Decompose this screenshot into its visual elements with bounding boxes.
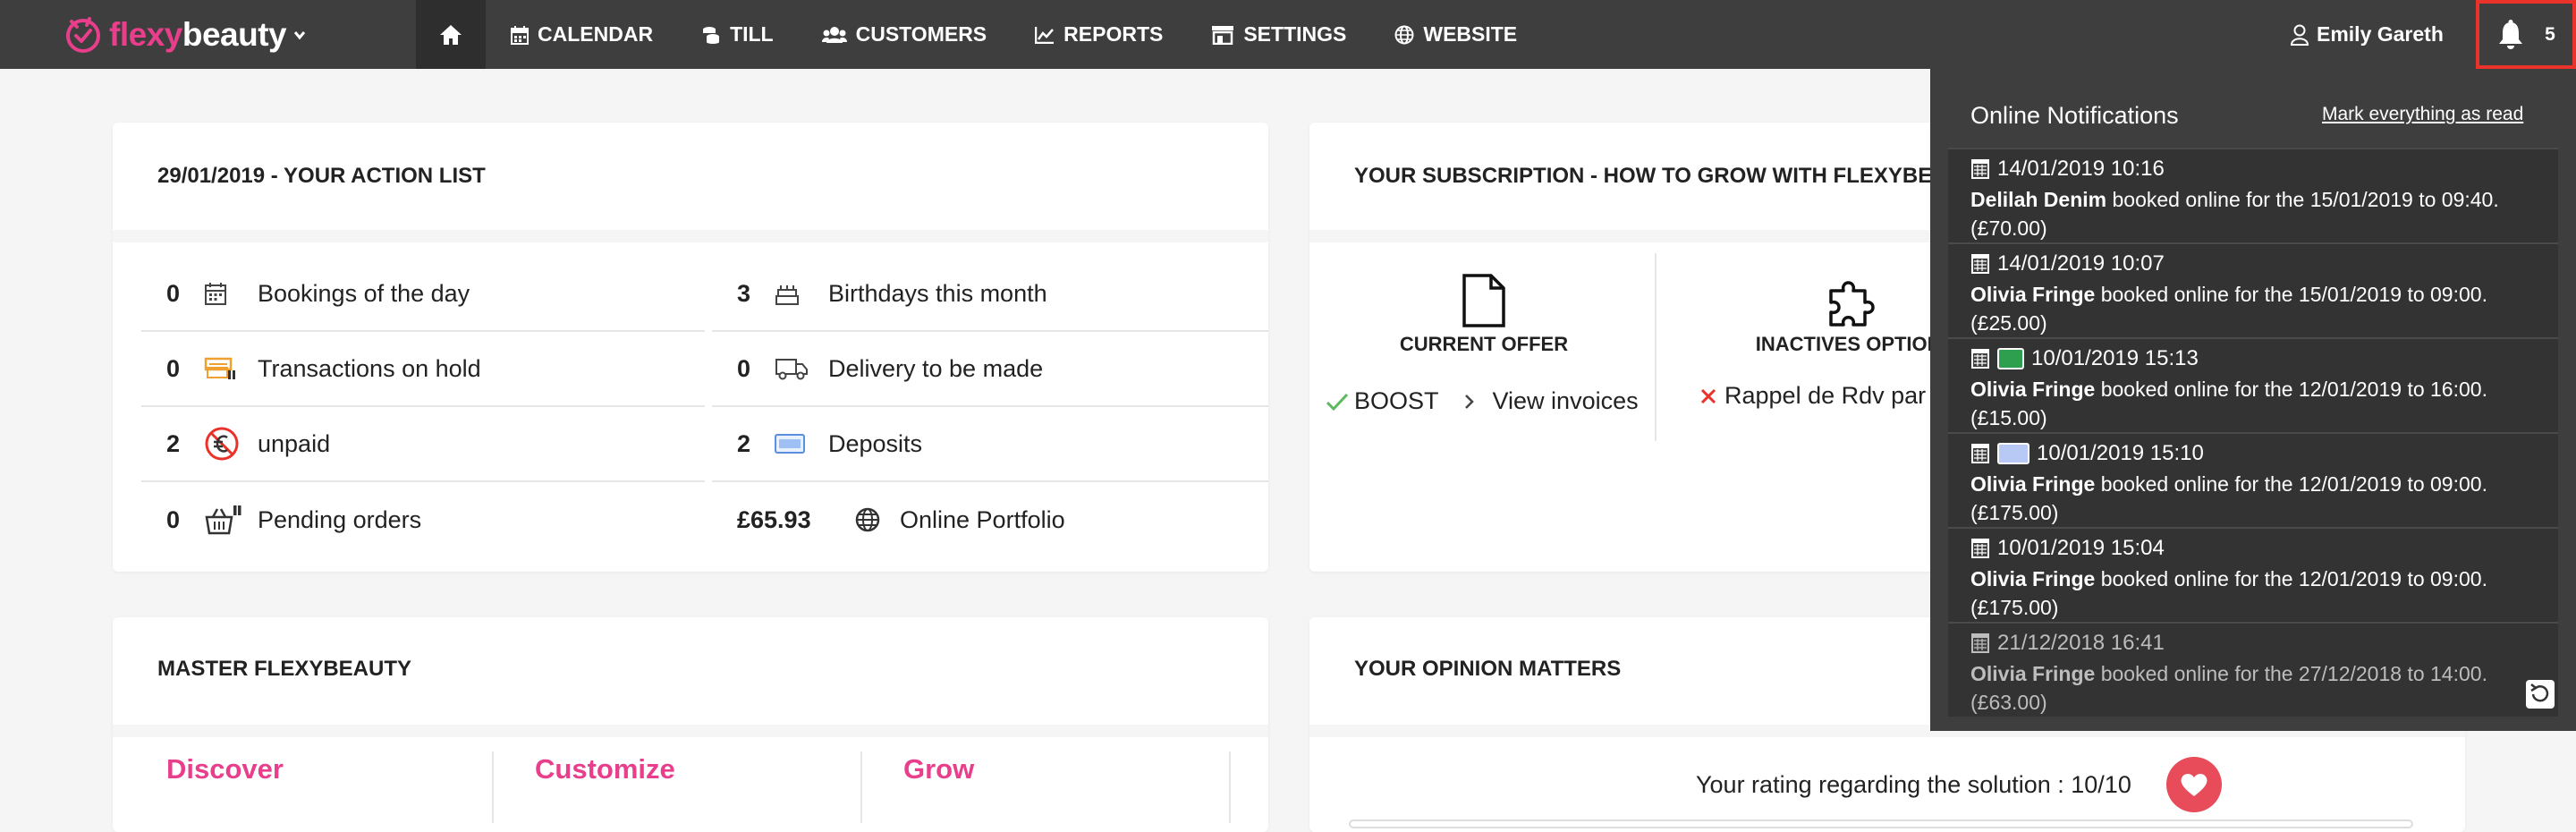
nav-calendar[interactable]: CALENDAR [511,22,653,47]
discover-heading[interactable]: Discover [166,753,284,785]
euro-crossed-icon [205,427,239,461]
calendar-icon [1971,444,1989,463]
mark-all-read-link[interactable]: Mark everything as read [2322,104,2523,125]
heart-icon [2181,773,2207,796]
cash-icon [1997,348,2024,369]
notifications-panel: Online Notifications Mark everything as … [1930,69,2576,731]
opinion-title: YOUR OPINION MATTERS [1354,657,1622,681]
view-invoices-link[interactable]: View invoices [1493,387,1639,415]
master-title: MASTER FLEXYBEAUTY [157,657,412,681]
action-list-card: 29/01/2019 - YOUR ACTION LIST 0 Bookings… [113,123,1268,572]
truck-icon [775,359,808,380]
notification-item[interactable]: 10/01/2019 15:04 Olivia Fringe booked on… [1948,527,2558,622]
calendar-icon [1971,349,1989,369]
globe-icon [1394,25,1414,44]
brand-menu[interactable]: flexybeauty [63,0,306,69]
coins-icon [703,26,720,44]
master-card: MASTER FLEXYBEAUTY Discover Customize Gr… [113,617,1268,832]
bell-icon [2499,19,2523,49]
action-list-title: 29/01/2019 - YOUR ACTION LIST [157,164,486,188]
action-item-birthdays[interactable]: 3 Birthdays this month [712,257,1268,332]
nav-website[interactable]: WEBSITE [1394,22,1517,47]
notification-item[interactable]: 14/01/2019 10:07 Olivia Fringe booked on… [1948,242,2558,337]
shop-icon [1212,25,1234,45]
user-name: Emily Gareth [2317,22,2444,46]
current-offer: CURRENT OFFER [1381,273,1587,356]
user-icon [2290,24,2309,46]
subscription-title: YOUR SUBSCRIPTION - HOW TO GROW WITH FLE… [1354,164,1991,188]
action-item-bookings[interactable]: 0 Bookings of the day [141,257,705,332]
calendar-icon [511,25,529,45]
action-item-online-portfolio[interactable]: £65.93 Online Portfolio [712,482,1268,557]
ticket-pause-icon [204,357,235,379]
notification-item[interactable]: 21/12/2018 16:41 Olivia Fringe booked on… [1948,622,2558,717]
action-item-transactions[interactable]: 0 Transactions on hold [141,332,705,407]
calendar-icon [1971,633,1989,653]
nav-settings[interactable]: SETTINGS [1211,22,1346,47]
document-icon [1462,274,1505,327]
action-item-unpaid[interactable]: 2 unpaid [141,407,705,482]
customize-heading[interactable]: Customize [535,753,675,785]
calendar-icon [1971,539,1989,558]
nav-menu: CALENDAR TILL CUSTOMERS REPORTS SETTINGS… [487,0,1542,69]
home-icon [440,24,462,45]
notification-item[interactable]: 14/01/2019 10:16 Delilah Denim booked on… [1948,148,2558,242]
globe-icon [855,507,880,532]
rating-text: Your rating regarding the solution : 10/… [1696,771,2131,798]
nav-till[interactable]: TILL [701,22,774,47]
action-item-deposits[interactable]: 2 Deposits [712,407,1268,482]
notification-item[interactable]: 10/01/2019 15:13 Olivia Fringe booked on… [1948,337,2558,432]
card-icon [775,434,805,454]
cake-icon [775,285,799,305]
chart-icon [1035,26,1055,44]
basket-pause-icon [205,505,242,535]
notifications-button[interactable]: 5 [2476,0,2576,69]
user-menu[interactable]: Emily Gareth [2290,0,2444,69]
top-navbar: flexybeauty CALENDAR TILL CUSTOMERS REPO… [0,0,2576,69]
brand-logo-icon [66,16,100,53]
nav-home[interactable] [416,0,486,69]
chevron-down-icon [293,30,306,39]
notifications-title: Online Notifications [1970,102,2179,129]
grow-heading[interactable]: Grow [903,753,974,785]
nav-reports[interactable]: REPORTS [1035,22,1163,47]
users-icon [821,26,847,43]
rating-heart-button[interactable] [2166,757,2222,812]
chevron-right-icon [1464,394,1474,409]
action-item-delivery[interactable]: 0 Delivery to be made [712,332,1268,407]
action-item-pending-orders[interactable]: 0 Pending orders [141,482,705,557]
current-offer-line: BOOST View invoices [1326,387,1639,415]
calendar-icon [1971,254,1989,274]
cross-icon [1700,388,1716,403]
card-icon [1997,443,2029,464]
calendar-icon [205,283,226,305]
nav-customers[interactable]: CUSTOMERS [821,22,987,47]
refresh-icon[interactable] [2525,679,2555,709]
notification-item[interactable]: 10/01/2019 15:10 Olivia Fringe booked on… [1948,432,2558,527]
rating-slider[interactable] [1349,819,2413,828]
brand-name: flexybeauty [109,15,287,53]
check-icon [1326,393,1349,411]
calendar-icon [1971,159,1989,179]
notification-count: 5 [2545,23,2555,45]
puzzle-icon [1829,281,1875,327]
